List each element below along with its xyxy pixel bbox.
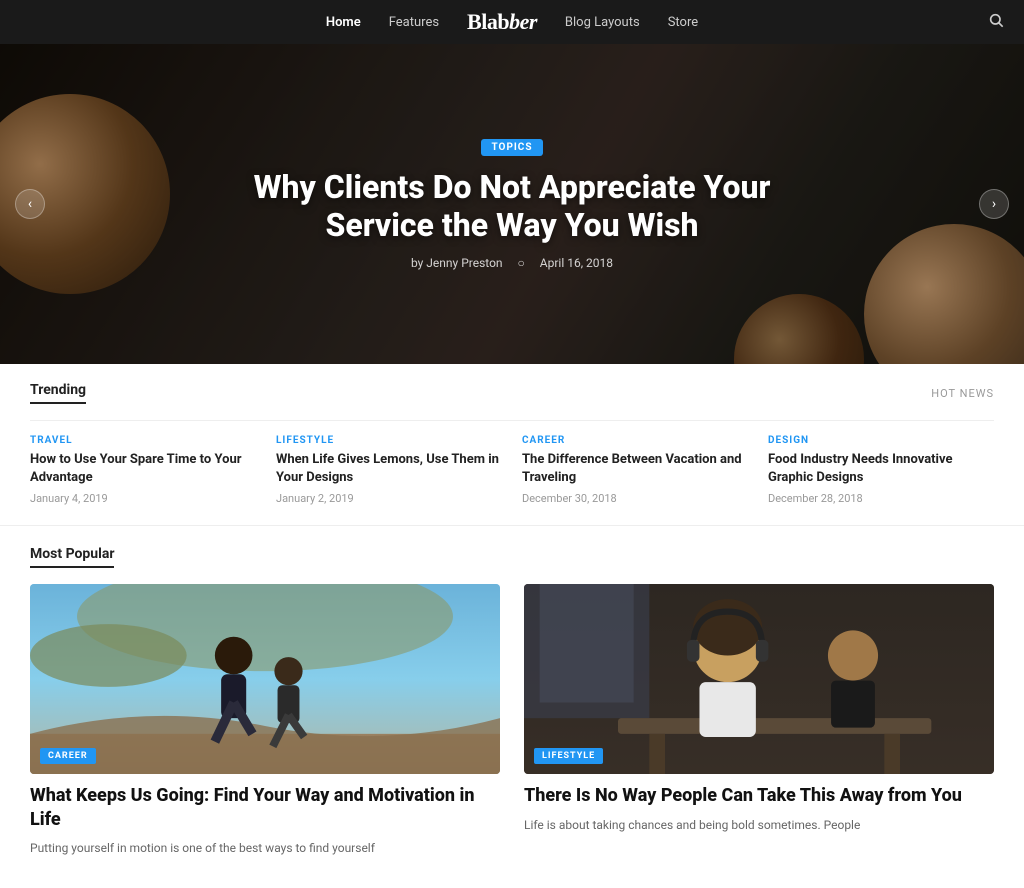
hero-title: Why Clients Do Not Appreciate Your Servi…: [232, 168, 792, 245]
trending-item-title-2[interactable]: The Difference Between Vacation and Trav…: [522, 451, 748, 487]
popular-img-bg-1: [524, 584, 994, 774]
hero-next-button[interactable]: ›: [979, 189, 1009, 219]
popular-img-bg-0: [30, 584, 500, 774]
nav-store[interactable]: Store: [668, 15, 698, 30]
popular-title: Most Popular: [30, 546, 114, 568]
hero-section: ‹ TOPICS Why Clients Do Not Appreciate Y…: [0, 44, 1024, 364]
popular-grid: CAREER What Keeps Us Going: Find Your Wa…: [30, 584, 994, 858]
trending-item-title-1[interactable]: When Life Gives Lemons, Use Them in Your…: [276, 451, 502, 487]
nav-home[interactable]: Home: [326, 15, 361, 30]
hero-meta: by Jenny Preston ○ April 16, 2018: [232, 256, 792, 270]
hero-dot: ○: [518, 256, 525, 270]
popular-item-title-0[interactable]: What Keeps Us Going: Find Your Way and M…: [30, 784, 500, 831]
hero-prev-button[interactable]: ‹: [15, 189, 45, 219]
hero-date: April 16, 2018: [540, 256, 613, 270]
site-brand: Blabber: [467, 9, 537, 35]
hot-news-label: HOT NEWS: [931, 387, 994, 400]
popular-image-0: CAREER: [30, 584, 500, 774]
popular-image-1: LIFESTYLE: [524, 584, 994, 774]
trending-header: Trending HOT NEWS: [30, 382, 994, 404]
trending-section: Trending HOT NEWS TRAVEL How to Use Your…: [0, 364, 1024, 526]
trending-item: LIFESTYLE When Life Gives Lemons, Use Th…: [276, 435, 502, 505]
trending-date-2: December 30, 2018: [522, 492, 748, 505]
popular-item-1: LIFESTYLE There Is No Way People Can Tak…: [524, 584, 994, 858]
trending-item-title-0[interactable]: How to Use Your Spare Time to Your Advan…: [30, 451, 256, 487]
trending-item: DESIGN Food Industry Needs Innovative Gr…: [768, 435, 994, 505]
trending-category-2: CAREER: [522, 435, 748, 446]
hero-author: by Jenny Preston: [411, 256, 503, 270]
trending-grid: TRAVEL How to Use Your Spare Time to You…: [30, 435, 994, 505]
trending-item: CAREER The Difference Between Vacation a…: [522, 435, 748, 505]
trending-item: TRAVEL How to Use Your Spare Time to You…: [30, 435, 256, 505]
popular-item-excerpt-0: Putting yourself in motion is one of the…: [30, 839, 500, 858]
trending-date-3: December 28, 2018: [768, 492, 994, 505]
trending-category-1: LIFESTYLE: [276, 435, 502, 446]
trending-item-title-3[interactable]: Food Industry Needs Innovative Graphic D…: [768, 451, 994, 487]
trending-title: Trending: [30, 382, 86, 404]
popular-section: Most Popular: [0, 526, 1024, 888]
search-icon[interactable]: [988, 12, 1004, 32]
popular-item-0: CAREER What Keeps Us Going: Find Your Wa…: [30, 584, 500, 858]
nav-features[interactable]: Features: [389, 15, 439, 30]
popular-badge-0: CAREER: [40, 748, 96, 764]
popular-item-excerpt-1: Life is about taking chances and being b…: [524, 816, 994, 835]
popular-badge-1: LIFESTYLE: [534, 748, 603, 764]
trending-date-1: January 2, 2019: [276, 492, 502, 505]
main-content: Trending HOT NEWS TRAVEL How to Use Your…: [0, 364, 1024, 888]
nav-links: Home Features Blabber Blog Layouts Store: [326, 9, 698, 35]
trending-category-3: DESIGN: [768, 435, 994, 446]
hero-content: TOPICS Why Clients Do Not Appreciate You…: [192, 138, 832, 271]
navbar: Home Features Blabber Blog Layouts Store: [0, 0, 1024, 44]
nav-blog-layouts[interactable]: Blog Layouts: [565, 15, 640, 30]
popular-item-title-1[interactable]: There Is No Way People Can Take This Awa…: [524, 784, 994, 807]
hero-badge: TOPICS: [481, 139, 542, 156]
trending-date-0: January 4, 2019: [30, 492, 256, 505]
trending-category-0: TRAVEL: [30, 435, 256, 446]
popular-header: Most Popular: [30, 546, 994, 568]
